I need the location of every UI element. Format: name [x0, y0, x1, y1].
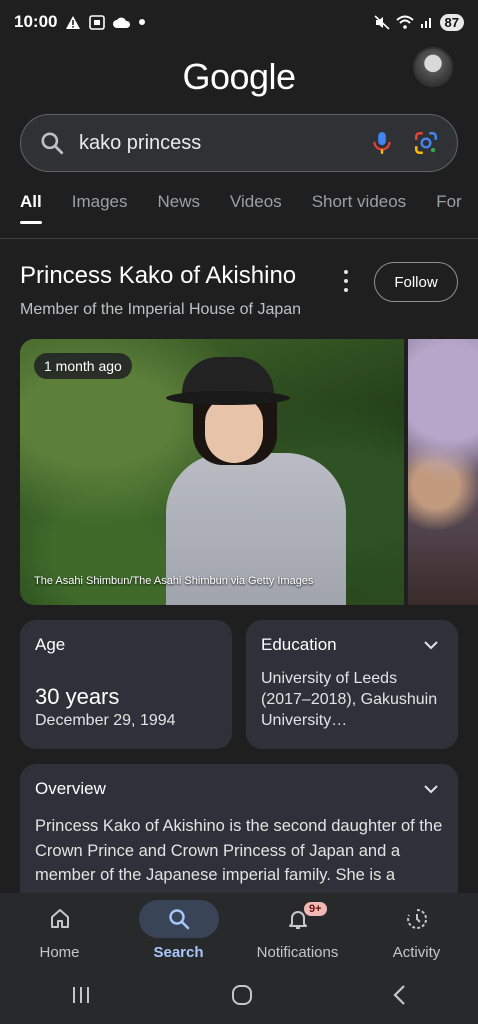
- cloud-icon: [113, 17, 131, 28]
- tab-videos[interactable]: Videos: [230, 192, 282, 212]
- search-icon: [168, 909, 189, 930]
- tab-forums[interactable]: For: [436, 192, 462, 212]
- search-input[interactable]: kako princess: [79, 132, 351, 155]
- age-value: 30 years: [35, 684, 120, 709]
- overview-text: Princess Kako of Akishino is the second …: [35, 817, 443, 884]
- nav-search[interactable]: Search: [119, 893, 238, 961]
- entity-title: Princess Kako of Akishino: [20, 262, 297, 289]
- search-bar[interactable]: kako princess: [20, 114, 458, 172]
- tab-all[interactable]: All: [20, 192, 42, 224]
- entity-photo[interactable]: 1 month ago The Asahi Shimbun/The Asahi …: [20, 339, 404, 605]
- nav-notifications[interactable]: 9+ Notifications: [238, 893, 357, 961]
- wifi-icon: [395, 15, 414, 29]
- back-icon[interactable]: [392, 984, 408, 1006]
- entity-subtitle: Member of the Imperial House of Japan: [20, 301, 302, 318]
- entity-photo-next[interactable]: [408, 339, 478, 605]
- nav-notifications-label: Notifications: [256, 944, 339, 961]
- warning-icon: [66, 15, 81, 29]
- nav-activity-label: Activity: [392, 944, 441, 961]
- chevron-down-icon[interactable]: [424, 638, 438, 652]
- search-tabs: All Images News Videos Short videos For: [20, 192, 462, 224]
- search-icon: [41, 132, 64, 155]
- recents-icon[interactable]: [70, 985, 92, 1005]
- nav-activity[interactable]: Activity: [357, 893, 476, 961]
- activity-icon: [406, 908, 427, 929]
- education-label: Education: [261, 635, 337, 654]
- tab-images[interactable]: Images: [72, 192, 128, 212]
- account-avatar[interactable]: [413, 47, 453, 87]
- dot-icon: [139, 19, 146, 25]
- tab-short-videos[interactable]: Short videos: [312, 192, 407, 212]
- photo-credit: The Asahi Shimbun/The Asahi Shimbun via …: [34, 575, 314, 587]
- notifications-badge: 9+: [304, 902, 327, 916]
- tab-news[interactable]: News: [157, 192, 200, 212]
- nav-search-label: Search: [153, 944, 204, 961]
- photo-age-badge: 1 month ago: [34, 353, 132, 379]
- screenshot-icon: [89, 14, 106, 30]
- system-nav-bar: [0, 975, 478, 1015]
- mute-icon: [373, 14, 390, 30]
- overview-label: Overview: [35, 779, 106, 798]
- nav-home-label: Home: [39, 944, 80, 961]
- age-card: Age 30 years December 29, 1994: [20, 620, 232, 749]
- more-options-icon[interactable]: [338, 270, 354, 292]
- google-lens-icon[interactable]: [413, 130, 439, 156]
- education-card[interactable]: Education University of Leeds (2017–2018…: [246, 620, 458, 749]
- home-button-icon[interactable]: [231, 984, 253, 1006]
- bottom-nav: Home Search 9+ Notifications Activity: [0, 893, 478, 1024]
- follow-button[interactable]: Follow: [374, 262, 458, 302]
- age-label: Age: [35, 635, 66, 654]
- microphone-icon[interactable]: [369, 130, 395, 156]
- tabs-divider: [0, 238, 478, 239]
- battery-indicator: 87: [439, 13, 464, 31]
- birth-date: December 29, 1994: [35, 712, 176, 729]
- google-logo[interactable]: Google: [0, 56, 478, 98]
- signal-icon: [420, 18, 431, 28]
- status-time: 10:00: [14, 12, 58, 31]
- chevron-down-icon[interactable]: [424, 782, 438, 796]
- status-bar: 10:00 87: [0, 0, 478, 44]
- education-text: University of Leeds (2017–2018), Gakushu…: [261, 670, 438, 729]
- nav-home[interactable]: Home: [0, 893, 119, 961]
- home-icon: [50, 909, 69, 928]
